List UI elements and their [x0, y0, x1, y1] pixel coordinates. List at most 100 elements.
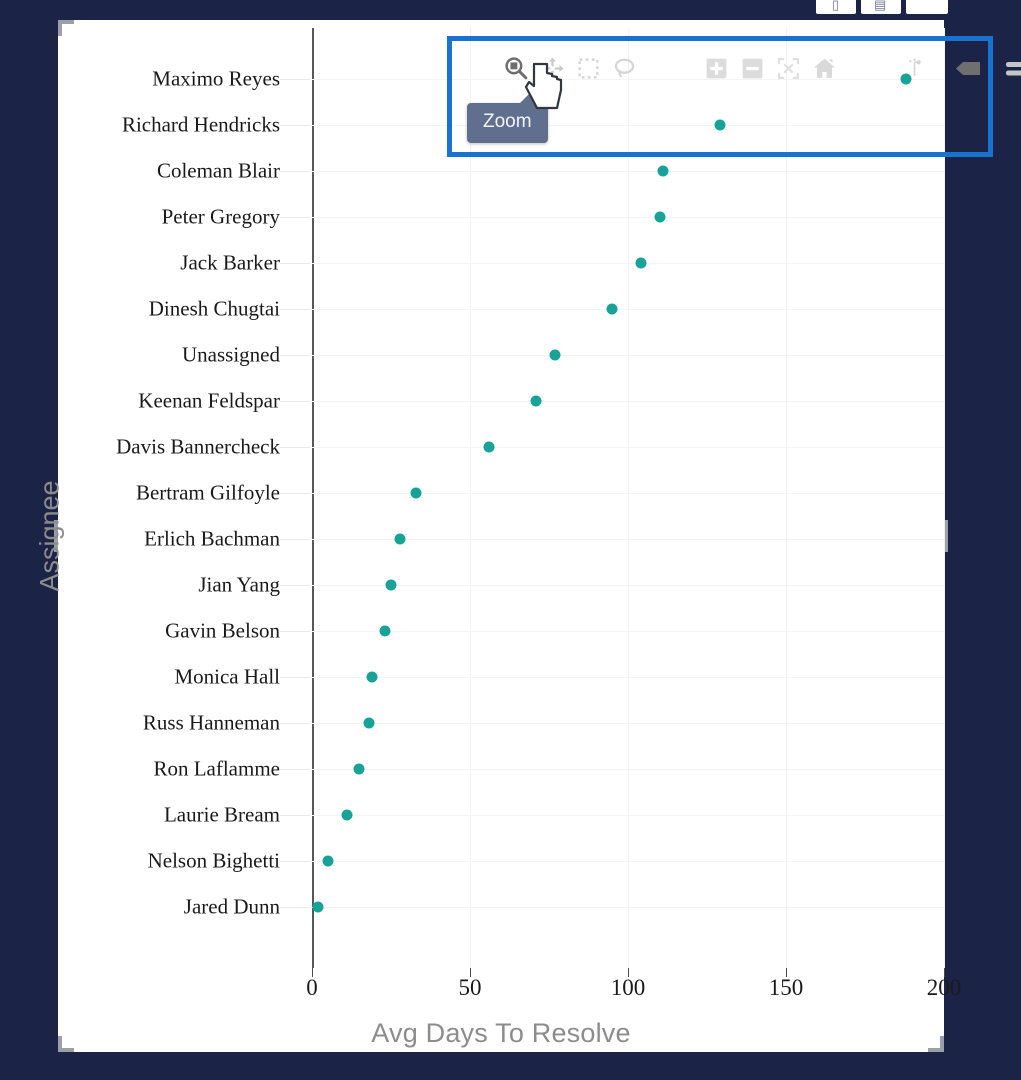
- y-axis-category-label: Monica Hall: [174, 664, 280, 689]
- y-axis-tick: [280, 309, 310, 310]
- y-axis-category-label: Gavin Belson: [165, 618, 280, 643]
- home-reset-icon[interactable]: [806, 51, 842, 85]
- x-gridline: [470, 28, 471, 968]
- zoom-in-icon[interactable]: [698, 51, 734, 85]
- screen: ▯ ▤ Avg Days To Resolve Assignee 0 50 100 1…: [0, 0, 1021, 1080]
- y-axis-category-label: Coleman Blair: [156, 158, 280, 183]
- data-point[interactable]: [654, 211, 666, 223]
- data-point[interactable]: [341, 809, 353, 821]
- y-axis-category-label: Unassigned: [182, 342, 280, 367]
- data-point[interactable]: [394, 533, 406, 545]
- y-axis-tick: [280, 677, 310, 678]
- x-gridline: [786, 28, 787, 968]
- y-axis-title: Assignee: [34, 480, 65, 592]
- y-axis-tick: [280, 125, 310, 126]
- y-axis-tick: [280, 355, 310, 356]
- y-gridline: [312, 539, 944, 540]
- data-point[interactable]: [379, 625, 391, 637]
- y-axis-tick: [280, 171, 310, 172]
- focus-mode-icon[interactable]: [950, 51, 986, 85]
- y-axis-category-label: Laurie Bream: [163, 802, 280, 827]
- y-axis-category-label: Dinesh Chugtai: [148, 296, 280, 321]
- y-axis-tick: [280, 631, 310, 632]
- more-options-icon[interactable]: [1000, 51, 1021, 85]
- y-gridline: [312, 585, 944, 586]
- data-point[interactable]: [549, 349, 561, 361]
- y-axis-tick: [280, 539, 310, 540]
- data-point[interactable]: [635, 257, 647, 269]
- chrome-icon-2: ▤: [874, 0, 887, 12]
- y-axis-category-label: Peter Gregory: [161, 204, 280, 229]
- y-axis-category-label: Jian Yang: [198, 572, 280, 597]
- y-gridline: [312, 769, 944, 770]
- y-axis-tick: [280, 723, 310, 724]
- x-axis-tick-label: 150: [768, 975, 804, 1000]
- zoom-out-icon[interactable]: [734, 51, 770, 85]
- modebar-group-zoom: [698, 51, 842, 85]
- modebar-group-extras: [896, 51, 1021, 85]
- data-point[interactable]: [385, 579, 397, 591]
- modebar-group-select: [498, 51, 642, 85]
- top-chrome-strip: ▯ ▤: [0, 0, 1021, 18]
- y-gridline: [312, 309, 944, 310]
- x-axis-tick-label: 200: [926, 975, 962, 1000]
- y-axis-tick: [280, 263, 310, 264]
- autoscale-icon[interactable]: [770, 51, 806, 85]
- y-gridline: [312, 631, 944, 632]
- spike-lines-icon[interactable]: [896, 51, 932, 85]
- x-axis-title: Avg Days To Resolve: [371, 1018, 631, 1048]
- y-gridline: [312, 815, 944, 816]
- scatter-plot[interactable]: Avg Days To Resolve Assignee 0 50 100 150 20…: [35, 20, 961, 1052]
- lasso-select-icon[interactable]: [606, 51, 642, 85]
- y-axis-category-label: Davis Bannercheck: [116, 434, 280, 459]
- data-point[interactable]: [363, 717, 375, 729]
- data-point[interactable]: [353, 763, 365, 775]
- y-axis-category-label: Erlich Bachman: [144, 526, 280, 551]
- y-gridline: [312, 907, 944, 908]
- y-axis-tick: [280, 769, 310, 770]
- y-axis-category-label: Bertram Gilfoyle: [135, 480, 280, 505]
- x-axis-tick-label: 50: [458, 975, 482, 1000]
- data-point[interactable]: [410, 487, 422, 499]
- data-point[interactable]: [530, 395, 542, 407]
- y-axis-category-label: Richard Hendricks: [121, 112, 280, 137]
- y-gridline: [312, 493, 944, 494]
- y-axis-line: [312, 28, 314, 968]
- y-gridline: [312, 217, 944, 218]
- x-gridline: [944, 28, 945, 968]
- data-point[interactable]: [657, 165, 669, 177]
- y-axis-tick: [280, 217, 310, 218]
- y-gridline: [312, 447, 944, 448]
- data-point[interactable]: [366, 671, 378, 683]
- chrome-button-3[interactable]: [906, 0, 948, 14]
- x-axis-tick-label: 0: [306, 975, 318, 1000]
- data-point[interactable]: [606, 303, 618, 315]
- data-point[interactable]: [312, 901, 324, 913]
- y-gridline: [312, 125, 944, 126]
- y-axis-tick: [280, 401, 310, 402]
- y-axis-category-label: Maximo Reyes: [152, 66, 280, 91]
- x-axis-tick-label: 100: [610, 975, 646, 1000]
- box-select-icon[interactable]: [570, 51, 606, 85]
- y-axis-tick: [280, 861, 310, 862]
- y-axis-tick: [280, 585, 310, 586]
- y-axis-category-label: Russ Hanneman: [142, 710, 280, 735]
- y-axis-category-label: Ron Laflamme: [153, 756, 280, 781]
- y-axis-tick: [280, 79, 310, 80]
- y-axis-tick: [280, 907, 310, 908]
- y-axis-tick: [280, 447, 310, 448]
- y-gridline: [312, 723, 944, 724]
- y-axis-tick: [280, 815, 310, 816]
- chrome-icon-1: ▯: [832, 0, 840, 12]
- data-point[interactable]: [322, 855, 334, 867]
- y-axis-category-label: Nelson Bighetti: [147, 848, 280, 873]
- y-gridline: [312, 677, 944, 678]
- data-point[interactable]: [714, 119, 726, 131]
- plotly-modebar[interactable]: [498, 50, 1021, 86]
- y-gridline: [312, 355, 944, 356]
- data-point[interactable]: [483, 441, 495, 453]
- y-axis-tick: [280, 493, 310, 494]
- y-axis-category-label: Jared Dunn: [183, 894, 280, 919]
- y-axis-category-label: Jack Barker: [180, 250, 280, 275]
- mouse-cursor-pointer: [524, 60, 570, 116]
